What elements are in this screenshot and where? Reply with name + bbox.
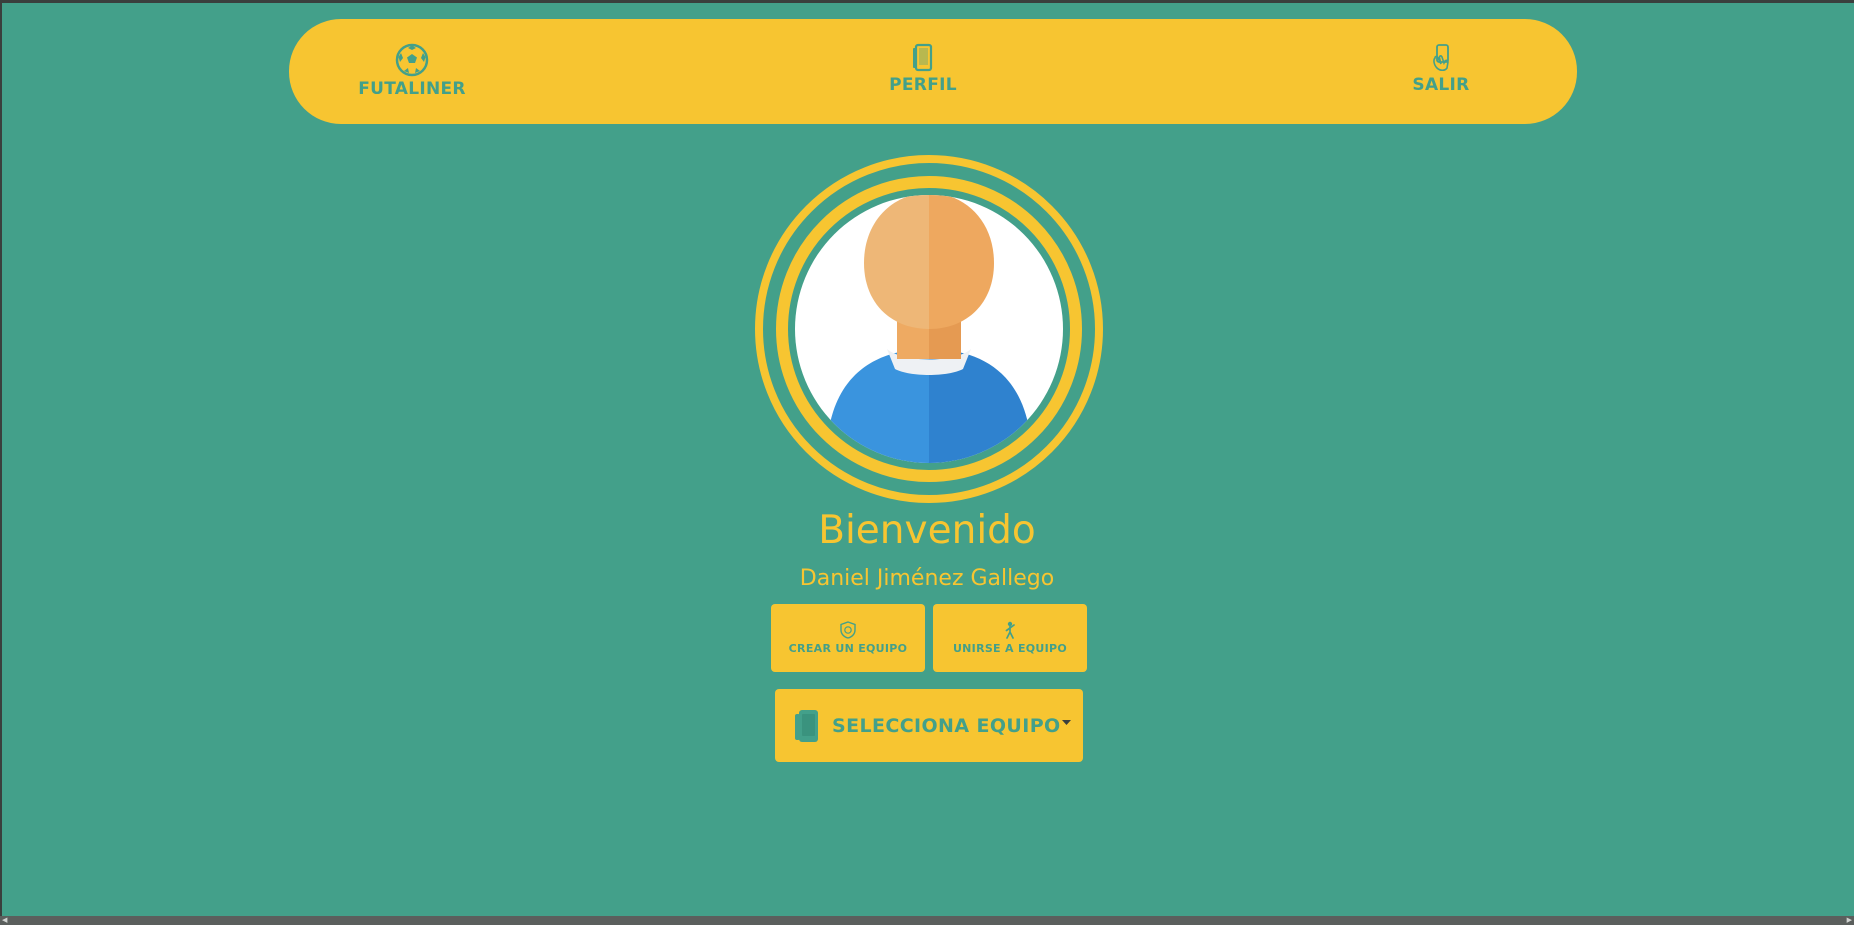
nav-futaliner-label: FUTALINER [358,79,466,99]
phone-icon [795,709,818,742]
nav-futaliner[interactable]: FUTALINER [358,43,466,99]
chevron-down-icon [1062,720,1071,725]
join-team-label: UNIRSE A EQUIPO [952,642,1068,655]
window-left-border [0,0,2,925]
create-team-label: CREAR UN EQUIPO [788,642,908,655]
welcome-heading: Bienvenido [818,508,1036,553]
soccer-ball-icon [395,43,429,77]
join-team-button[interactable]: UNIRSE A EQUIPO [933,604,1087,672]
nav-perfil[interactable]: PERFIL [878,43,968,95]
scroll-right-icon[interactable]: ▶ [1847,917,1852,924]
select-team-dropdown[interactable]: SELECCIONA EQUIPO [775,689,1083,762]
scroll-left-icon[interactable]: ◀ [2,917,7,924]
window-top-border [0,0,1854,3]
phone-icon [913,43,933,72]
nav-salir-label: SALIR [1412,75,1470,95]
nav-perfil-label: PERFIL [889,75,957,95]
user-name: Daniel Jiménez Gallego [799,566,1055,591]
badge-icon [840,621,856,639]
horizontal-scrollbar[interactable]: ◀ ▶ [0,916,1854,925]
select-team-label: SELECCIONA EQUIPO [832,714,1061,737]
profile-avatar [753,153,1105,505]
create-team-button[interactable]: CREAR UN EQUIPO [771,604,925,672]
hand-phone-icon [1433,44,1449,72]
person-icon [1005,621,1015,639]
top-navbar: FUTALINER PERFIL SALIR [289,19,1577,124]
nav-salir[interactable]: SALIR [1401,43,1481,95]
user-avatar-icon [755,155,1103,503]
